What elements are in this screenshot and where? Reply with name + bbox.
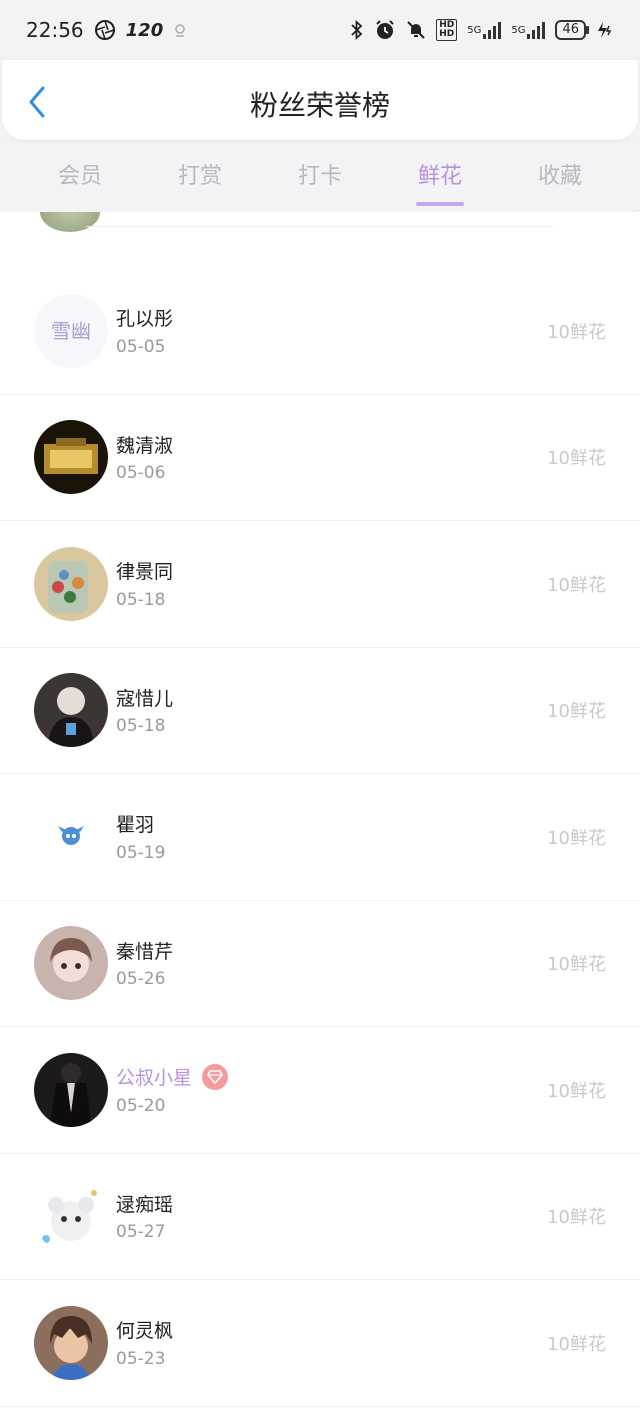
user-date: 05-19 <box>116 842 166 863</box>
user-name: 魏清淑 <box>116 434 174 457</box>
avatar: 雪幽 <box>34 293 108 368</box>
avatar <box>34 673 108 748</box>
vip-diamond-icon <box>202 1063 229 1090</box>
avatar <box>40 212 100 232</box>
user-date: 05-26 <box>116 969 166 990</box>
tab-favorites[interactable]: 收藏 <box>510 150 610 210</box>
user-date: 05-23 <box>116 1348 166 1369</box>
list-item[interactable]: 何灵枫 05-23 10鲜花 <box>0 1280 640 1407</box>
refresh-rate: 120 <box>125 19 164 41</box>
battery-indicator: 46 <box>555 20 589 40</box>
avatar <box>34 799 108 874</box>
flower-count: 10鲜花 <box>547 701 606 723</box>
user-date: 05-06 <box>116 463 166 484</box>
svg-text:雪幽: 雪幽 <box>51 319 91 343</box>
user-name: 公叔小星 <box>116 1063 229 1090</box>
list-item[interactable]: 逯痴瑶 05-27 10鲜花 <box>0 1154 640 1280</box>
tab-flowers[interactable]: 鲜花 <box>390 150 490 210</box>
alarm-icon <box>374 19 396 41</box>
list-item[interactable]: 瞿羽 05-19 10鲜花 <box>0 774 640 901</box>
tab-bar: 会员 打赏 打卡 鲜花 收藏 <box>0 150 640 210</box>
user-name: 逯痴瑶 <box>116 1193 174 1216</box>
flower-count: 10鲜花 <box>547 574 606 596</box>
avatar <box>34 546 108 621</box>
status-time: 22:56 <box>26 18 84 42</box>
user-name-text: 公叔小星 <box>116 1067 193 1090</box>
aperture-icon <box>94 19 116 41</box>
flower-count: 10鲜花 <box>547 1080 606 1102</box>
user-date: 05-05 <box>116 336 166 357</box>
flower-count: 10鲜花 <box>547 1207 606 1229</box>
user-date: 05-18 <box>116 589 166 610</box>
signal-icon-1: 5G <box>467 21 502 39</box>
user-name: 寇惜儿 <box>116 687 174 710</box>
signal-icon-2: 5G <box>511 21 546 39</box>
tab-member[interactable]: 会员 <box>30 150 130 210</box>
flower-count: 10鲜花 <box>547 827 606 849</box>
notification-icon <box>173 22 187 38</box>
bluetooth-icon <box>350 20 364 40</box>
status-bar: 22:56 120 HD HD 5G 5G 46 <box>0 0 640 60</box>
list-item[interactable]: 寇惜儿 05-18 10鲜花 <box>0 648 640 774</box>
mute-bell-icon <box>406 20 426 40</box>
header-bar: 粉丝荣誉榜 <box>2 60 638 140</box>
avatar <box>34 926 108 1001</box>
list-item[interactable]: 秦惜芹 05-26 10鲜花 <box>0 901 640 1027</box>
user-name: 何灵枫 <box>116 1320 174 1343</box>
flower-count: 10鲜花 <box>547 1333 606 1355</box>
divider <box>86 226 554 227</box>
flower-count: 10鲜花 <box>547 448 606 470</box>
user-name: 律景同 <box>116 561 174 584</box>
list-item[interactable]: 魏清淑 05-06 10鲜花 <box>0 395 640 521</box>
charging-icon <box>596 21 614 39</box>
flower-count: 10鲜花 <box>547 954 606 976</box>
fan-ranking-list: 雪幽 孔以彤 05-05 10鲜花 魏清淑 05-06 10鲜花 律景同 05-… <box>0 212 640 1422</box>
user-date: 05-27 <box>116 1222 166 1243</box>
hd-icon: HD HD <box>436 19 458 41</box>
list-item[interactable]: 公叔小星 05-20 10鲜花 <box>0 1027 640 1154</box>
user-date: 05-18 <box>116 716 166 737</box>
flower-count: 10鲜花 <box>547 321 606 343</box>
user-name: 瞿羽 <box>116 814 155 837</box>
tab-reward[interactable]: 打赏 <box>150 150 250 210</box>
list-item[interactable]: 律景同 05-18 10鲜花 <box>0 521 640 648</box>
tab-checkin[interactable]: 打卡 <box>270 150 370 210</box>
user-name: 孔以彤 <box>116 308 174 331</box>
avatar <box>34 1179 108 1254</box>
user-date: 05-20 <box>116 1095 166 1116</box>
page-title: 粉丝荣誉榜 <box>249 89 390 122</box>
avatar <box>34 1052 108 1127</box>
avatar <box>34 1305 108 1380</box>
user-name: 秦惜芹 <box>116 940 174 963</box>
avatar <box>34 420 108 495</box>
list-item[interactable]: 雪幽 孔以彤 05-05 10鲜花 <box>0 268 640 395</box>
